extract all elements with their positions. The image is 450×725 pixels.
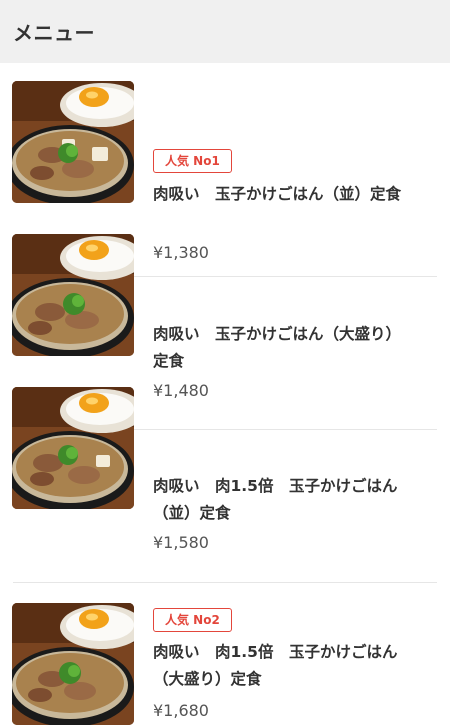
- menu-item[interactable]: 人気 No1 肉吸い 玉子かけごはん（並）定食 ¥1,380: [0, 63, 450, 277]
- page-title: メニュー: [13, 21, 95, 45]
- food-photo-icon: [12, 234, 134, 356]
- menu-item-name: 肉吸い 玉子かけごはん（並）定食: [153, 185, 402, 203]
- menu-item-price: ¥1,680: [153, 701, 209, 720]
- popularity-badge: 人気 No1: [153, 149, 232, 173]
- menu-item-price: ¥1,580: [153, 533, 209, 552]
- food-photo-icon: [12, 603, 134, 725]
- menu-item-name: 肉吸い 肉1.5倍 玉子かけごはん（並）定食: [153, 477, 398, 522]
- popularity-badge: 人気 No2: [153, 608, 232, 632]
- menu-item-image: [12, 603, 134, 725]
- food-photo-icon: [12, 387, 134, 509]
- menu-item-image: [12, 81, 134, 203]
- menu-item-price: ¥1,380: [153, 243, 209, 262]
- menu-item-name: 肉吸い 肉1.5倍 玉子かけごはん（大盛り）定食: [153, 643, 398, 688]
- divider: [13, 582, 437, 583]
- menu-item-image: [12, 387, 134, 509]
- app-header: メニュー: [0, 0, 450, 63]
- menu-item-price: ¥1,480: [153, 381, 209, 400]
- menu-item-name: 肉吸い 玉子かけごはん（大盛り）定食: [153, 325, 402, 370]
- menu-item-image: [12, 234, 134, 356]
- food-photo-icon: [12, 81, 134, 203]
